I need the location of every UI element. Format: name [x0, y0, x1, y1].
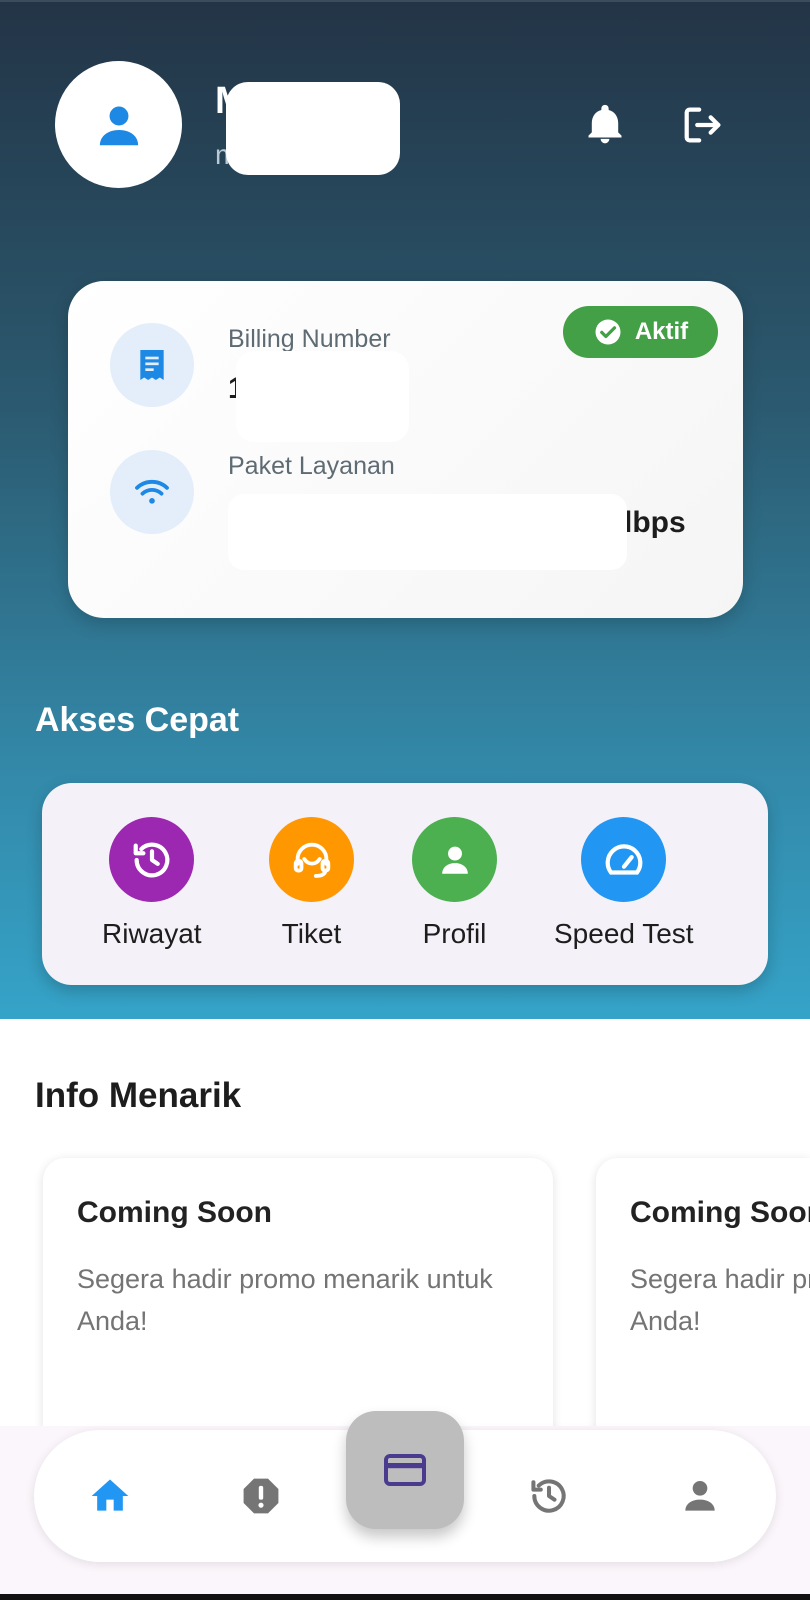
notification-button[interactable]	[580, 100, 630, 150]
quick-access-title: Akses Cepat	[35, 701, 240, 739]
promo-card-description: Segera hadir promo menarik untuk Anda!	[630, 1264, 810, 1336]
billing-icon-circle	[110, 323, 194, 407]
promo-card-title: Coming Soon	[77, 1196, 272, 1229]
quick-item-tiket[interactable]: Tiket	[269, 817, 354, 950]
check-circle-icon	[595, 319, 621, 345]
redaction-block	[226, 82, 400, 175]
nav-report[interactable]	[235, 1470, 287, 1522]
package-label: Paket Layanan	[228, 452, 395, 480]
quick-item-label: Profil	[422, 918, 487, 949]
quick-item-label: Speed Test	[554, 918, 694, 949]
person-icon	[441, 846, 468, 874]
logout-button[interactable]	[678, 100, 728, 150]
quick-item-label: Tiket	[281, 918, 342, 949]
status-badge: Aktif	[563, 306, 718, 358]
quick-item-circle	[109, 817, 195, 902]
home-icon	[91, 1479, 129, 1511]
credit-card-icon	[384, 1454, 426, 1486]
quick-item-circle	[412, 817, 497, 902]
quick-item-circle	[581, 817, 667, 902]
redaction-block	[228, 494, 627, 570]
nav-profile[interactable]	[674, 1470, 726, 1522]
nav-home[interactable]	[84, 1470, 136, 1522]
billing-number-label: Billing Number	[228, 325, 391, 353]
quick-item-circle	[269, 817, 354, 902]
wifi-icon	[135, 479, 169, 504]
billing-card[interactable]: Aktif Billing Number 1 1 Paket Layanan l…	[68, 281, 743, 618]
status-bar-edge	[0, 0, 810, 2]
person-icon	[685, 1480, 715, 1511]
nav-history[interactable]	[523, 1470, 575, 1522]
bell-icon	[588, 104, 622, 144]
package-icon-circle	[110, 450, 194, 534]
history-icon	[531, 1479, 566, 1513]
avatar[interactable]	[55, 61, 182, 188]
speedometer-icon	[605, 843, 643, 875]
redaction-block	[236, 351, 409, 442]
quick-item-speed-test[interactable]: Speed Test	[554, 817, 694, 950]
quick-item-profil[interactable]: Profil	[412, 817, 497, 950]
promo-card-title: Coming Soon	[630, 1196, 810, 1229]
logout-icon	[684, 107, 721, 143]
quick-item-label: Riwayat	[102, 918, 202, 949]
quick-item-riwayat[interactable]: Riwayat	[102, 817, 202, 950]
status-label: Aktif	[634, 318, 689, 345]
billing-fab-button[interactable]	[346, 1411, 464, 1529]
person-icon	[99, 106, 138, 145]
promo-card-description: Segera hadir promo menarik untuk Anda!	[77, 1264, 493, 1336]
alert-octagon-icon	[243, 1478, 279, 1514]
package-value: lbps	[624, 506, 686, 539]
screen-bottom-edge	[0, 1594, 810, 1600]
quick-access-card: Riwayat Tiket Profil Speed Test	[42, 783, 768, 985]
info-section-title: Info Menarik	[35, 1076, 242, 1115]
headset-icon	[293, 842, 330, 878]
history-icon	[133, 842, 170, 877]
receipt-icon	[140, 350, 164, 380]
